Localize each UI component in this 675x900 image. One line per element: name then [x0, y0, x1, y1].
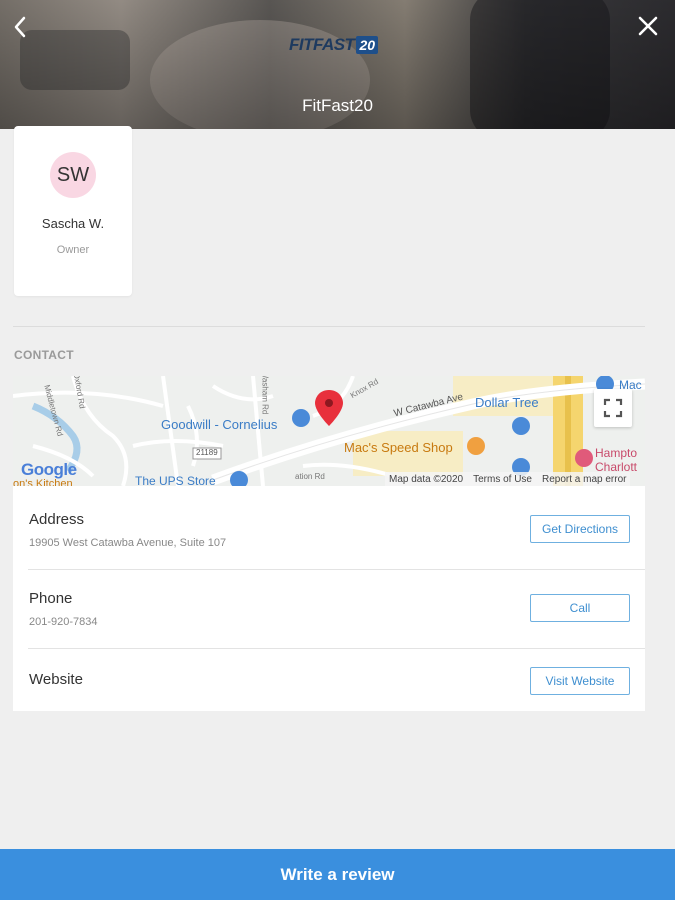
staff-role: Owner [56, 244, 90, 256]
section-label-contact: CONTACT [14, 348, 74, 362]
logo-badge: 20 [356, 36, 379, 54]
staff-name: Sascha W. [41, 216, 105, 231]
map-label-station-rd: ation Rd [295, 472, 325, 481]
close-icon [638, 16, 658, 36]
location-map[interactable]: Goodwill - Cornelius Dollar Tree Mac's S… [13, 376, 645, 486]
call-button[interactable]: Call [530, 594, 630, 622]
staff-card[interactable]: SW Sascha W. Owner [14, 126, 132, 296]
page-title: FitFast20 [302, 96, 373, 115]
close-button[interactable] [634, 12, 662, 40]
header-banner: FITFAST 20 FitFast20 [0, 0, 675, 129]
map-fullscreen-button[interactable] [594, 389, 632, 427]
contact-list: Address 19905 West Catawba Avenue, Suite… [13, 486, 645, 711]
terms-link[interactable]: Terms of Use [473, 474, 532, 485]
visit-website-button[interactable]: Visit Website [530, 667, 630, 695]
map-label-macs-speed-shop: Mac's Speed Shop [344, 440, 453, 455]
logo-text: FITFAST [289, 35, 355, 54]
contact-row-website: Website Visit Website [13, 649, 645, 711]
section-divider [13, 326, 645, 327]
contact-row-phone: Phone 201-920-7834 Call [13, 570, 645, 648]
phone-value: 201-920-7834 [29, 616, 98, 628]
map-label-hampton: Hampto [595, 446, 638, 460]
address-label: Address [29, 511, 85, 528]
map-label-dollar-tree: Dollar Tree [475, 395, 539, 410]
website-label: Website [29, 671, 83, 688]
report-map-error-link[interactable]: Report a map error [542, 474, 626, 485]
google-logo: Google [21, 460, 77, 480]
map-data-text: Map data ©2020 [389, 473, 464, 485]
back-button[interactable] [8, 12, 32, 42]
brand-logo: FITFAST 20 [289, 32, 379, 58]
address-value: 19905 West Catawba Avenue, Suite 107 [29, 537, 227, 549]
map-label-21189: 21189 [196, 448, 218, 457]
map-label-ups-store: The UPS Store [135, 474, 216, 486]
write-review-button[interactable]: Write a review [0, 849, 675, 900]
map-label-goodwill: Goodwill - Cornelius [161, 417, 278, 432]
contact-row-address: Address 19905 West Catawba Avenue, Suite… [13, 486, 645, 569]
phone-label: Phone [29, 590, 73, 607]
google-logo-text: Google [21, 460, 77, 479]
map-roads [13, 376, 645, 486]
fullscreen-icon [603, 398, 623, 418]
map-attribution: Map data ©2020 Terms of Use Report a map… [385, 472, 631, 486]
map-label-washam-rd: Washam Rd [260, 376, 270, 415]
get-directions-button[interactable]: Get Directions [530, 515, 630, 543]
avatar: SW [50, 152, 96, 198]
chevron-left-icon [14, 16, 26, 38]
